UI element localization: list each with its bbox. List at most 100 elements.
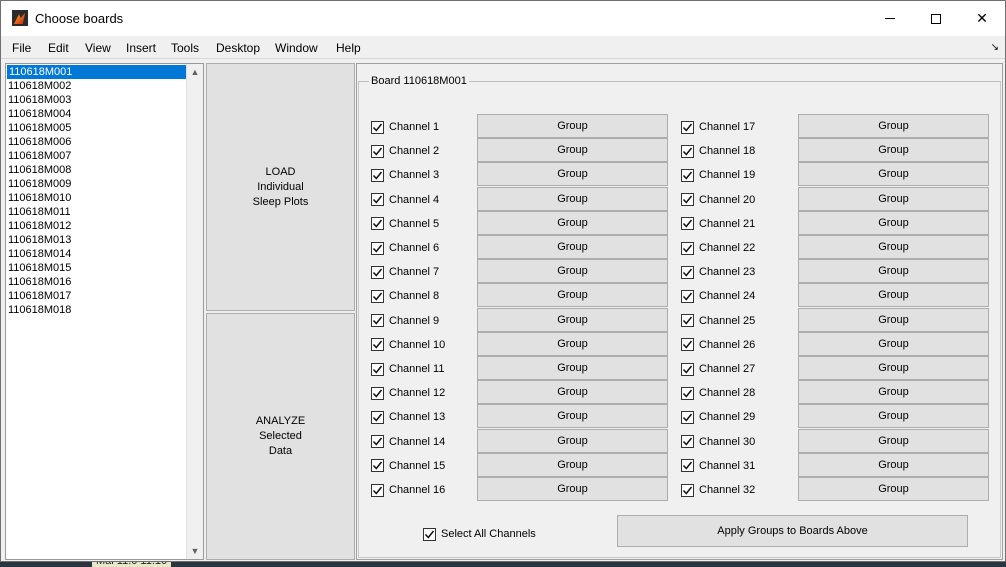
- list-item[interactable]: 110618M015: [6, 261, 188, 275]
- group-button[interactable]: Group: [477, 210, 668, 235]
- checkbox-icon[interactable]: [681, 435, 694, 449]
- channel-checkbox[interactable]: Channel 19: [681, 167, 755, 183]
- group-button[interactable]: Group: [477, 114, 668, 138]
- channel-checkbox[interactable]: Channel 15: [371, 458, 445, 474]
- channel-checkbox[interactable]: Channel 22: [681, 240, 755, 256]
- channel-checkbox[interactable]: Channel 10: [371, 337, 445, 353]
- channel-checkbox[interactable]: Channel 28: [681, 385, 755, 401]
- apply-groups-button[interactable]: Apply Groups to Boards Above: [617, 515, 968, 547]
- menu-window[interactable]: Window: [275, 41, 318, 55]
- group-button[interactable]: Group: [798, 235, 989, 259]
- list-item[interactable]: 110618M008: [6, 163, 188, 177]
- list-item[interactable]: 110618M007: [6, 149, 188, 163]
- checkbox-icon[interactable]: [681, 483, 694, 497]
- menu-view[interactable]: View: [85, 41, 111, 55]
- checkbox-icon[interactable]: [371, 241, 384, 255]
- list-item[interactable]: 110618M005: [6, 121, 188, 135]
- checkbox-icon[interactable]: [371, 314, 384, 328]
- list-item[interactable]: 110618M013: [6, 233, 188, 247]
- group-button[interactable]: Group: [798, 138, 989, 163]
- scroll-up-icon[interactable]: ▲: [187, 64, 203, 80]
- list-item[interactable]: 110618M001: [7, 65, 188, 79]
- channel-checkbox[interactable]: Channel 13: [371, 409, 445, 425]
- minimize-button[interactable]: [867, 1, 913, 36]
- channel-checkbox[interactable]: Channel 31: [681, 458, 755, 474]
- channel-checkbox[interactable]: Channel 12: [371, 385, 445, 401]
- group-button[interactable]: Group: [798, 114, 989, 138]
- channel-checkbox[interactable]: Channel 16: [371, 482, 445, 498]
- checkbox-icon[interactable]: [423, 527, 436, 541]
- maximize-button[interactable]: [913, 1, 959, 36]
- close-button[interactable]: ✕: [959, 1, 1005, 36]
- group-button[interactable]: Group: [477, 235, 668, 259]
- group-button[interactable]: Group: [798, 380, 989, 405]
- boards-listbox[interactable]: 110618M001 110618M002 110618M003 110618M004…: [5, 63, 204, 560]
- channel-checkbox[interactable]: Channel 8: [371, 288, 439, 304]
- group-button[interactable]: Group: [798, 162, 989, 187]
- group-button[interactable]: Group: [798, 259, 989, 284]
- group-button[interactable]: Group: [798, 283, 989, 308]
- checkbox-icon[interactable]: [681, 410, 694, 424]
- checkbox-icon[interactable]: [681, 459, 694, 473]
- checkbox-icon[interactable]: [371, 362, 384, 376]
- group-button[interactable]: Group: [798, 404, 989, 429]
- channel-checkbox[interactable]: Channel 17: [681, 119, 755, 135]
- checkbox-icon[interactable]: [681, 241, 694, 255]
- channel-checkbox[interactable]: Channel 9: [371, 313, 439, 329]
- channel-checkbox[interactable]: Channel 3: [371, 167, 439, 183]
- list-item[interactable]: 110618M003: [6, 93, 188, 107]
- checkbox-icon[interactable]: [371, 386, 384, 400]
- menu-insert[interactable]: Insert: [126, 41, 156, 55]
- group-button[interactable]: Group: [798, 452, 989, 477]
- list-item[interactable]: 110618M006: [6, 135, 188, 149]
- list-item[interactable]: 110618M004: [6, 107, 188, 121]
- channel-checkbox[interactable]: Channel 11: [371, 361, 444, 377]
- load-sleep-plots-button[interactable]: LOAD Individual Sleep Plots: [206, 63, 355, 311]
- channel-checkbox[interactable]: Channel 14: [371, 434, 445, 450]
- menu-tools[interactable]: Tools: [171, 41, 199, 55]
- list-item[interactable]: 110618M017: [6, 289, 188, 303]
- group-button[interactable]: Group: [477, 138, 668, 163]
- checkbox-icon[interactable]: [681, 338, 694, 352]
- group-button[interactable]: Group: [477, 404, 668, 429]
- channel-checkbox[interactable]: Channel 20: [681, 192, 755, 208]
- channel-checkbox[interactable]: Channel 30: [681, 434, 755, 450]
- group-button[interactable]: Group: [798, 307, 989, 332]
- checkbox-icon[interactable]: [371, 483, 384, 497]
- checkbox-icon[interactable]: [371, 338, 384, 352]
- group-button[interactable]: Group: [477, 428, 668, 453]
- group-button[interactable]: Group: [477, 380, 668, 405]
- checkbox-icon[interactable]: [371, 435, 384, 449]
- channel-checkbox[interactable]: Channel 7: [371, 264, 439, 280]
- list-item[interactable]: 110618M010: [6, 191, 188, 205]
- channel-checkbox[interactable]: Channel 6: [371, 240, 439, 256]
- group-button[interactable]: Group: [477, 283, 668, 308]
- select-all-checkbox[interactable]: Select All Channels: [423, 526, 536, 542]
- checkbox-icon[interactable]: [681, 144, 694, 158]
- checkbox-icon[interactable]: [681, 265, 694, 279]
- channel-checkbox[interactable]: Channel 27: [681, 361, 755, 377]
- checkbox-icon[interactable]: [371, 459, 384, 473]
- channel-checkbox[interactable]: Channel 32: [681, 482, 755, 498]
- scroll-down-icon[interactable]: ▼: [187, 543, 203, 559]
- checkbox-icon[interactable]: [371, 217, 384, 231]
- checkbox-icon[interactable]: [681, 289, 694, 303]
- checkbox-icon[interactable]: [371, 410, 384, 424]
- channel-checkbox[interactable]: Channel 4: [371, 192, 439, 208]
- menu-file[interactable]: File: [12, 41, 31, 55]
- checkbox-icon[interactable]: [681, 386, 694, 400]
- checkbox-icon[interactable]: [681, 217, 694, 231]
- menu-help[interactable]: Help: [336, 41, 361, 55]
- checkbox-icon[interactable]: [681, 168, 694, 182]
- group-button[interactable]: Group: [477, 356, 668, 380]
- channel-checkbox[interactable]: Channel 26: [681, 337, 755, 353]
- checkbox-icon[interactable]: [371, 168, 384, 182]
- channel-checkbox[interactable]: Channel 5: [371, 216, 439, 232]
- channel-checkbox[interactable]: Channel 23: [681, 264, 755, 280]
- menu-desktop[interactable]: Desktop: [216, 41, 260, 55]
- group-button[interactable]: Group: [477, 259, 668, 284]
- checkbox-icon[interactable]: [681, 362, 694, 376]
- group-button[interactable]: Group: [798, 331, 989, 356]
- checkbox-icon[interactable]: [371, 193, 384, 207]
- dock-arrow-icon[interactable]: ↘: [991, 42, 999, 53]
